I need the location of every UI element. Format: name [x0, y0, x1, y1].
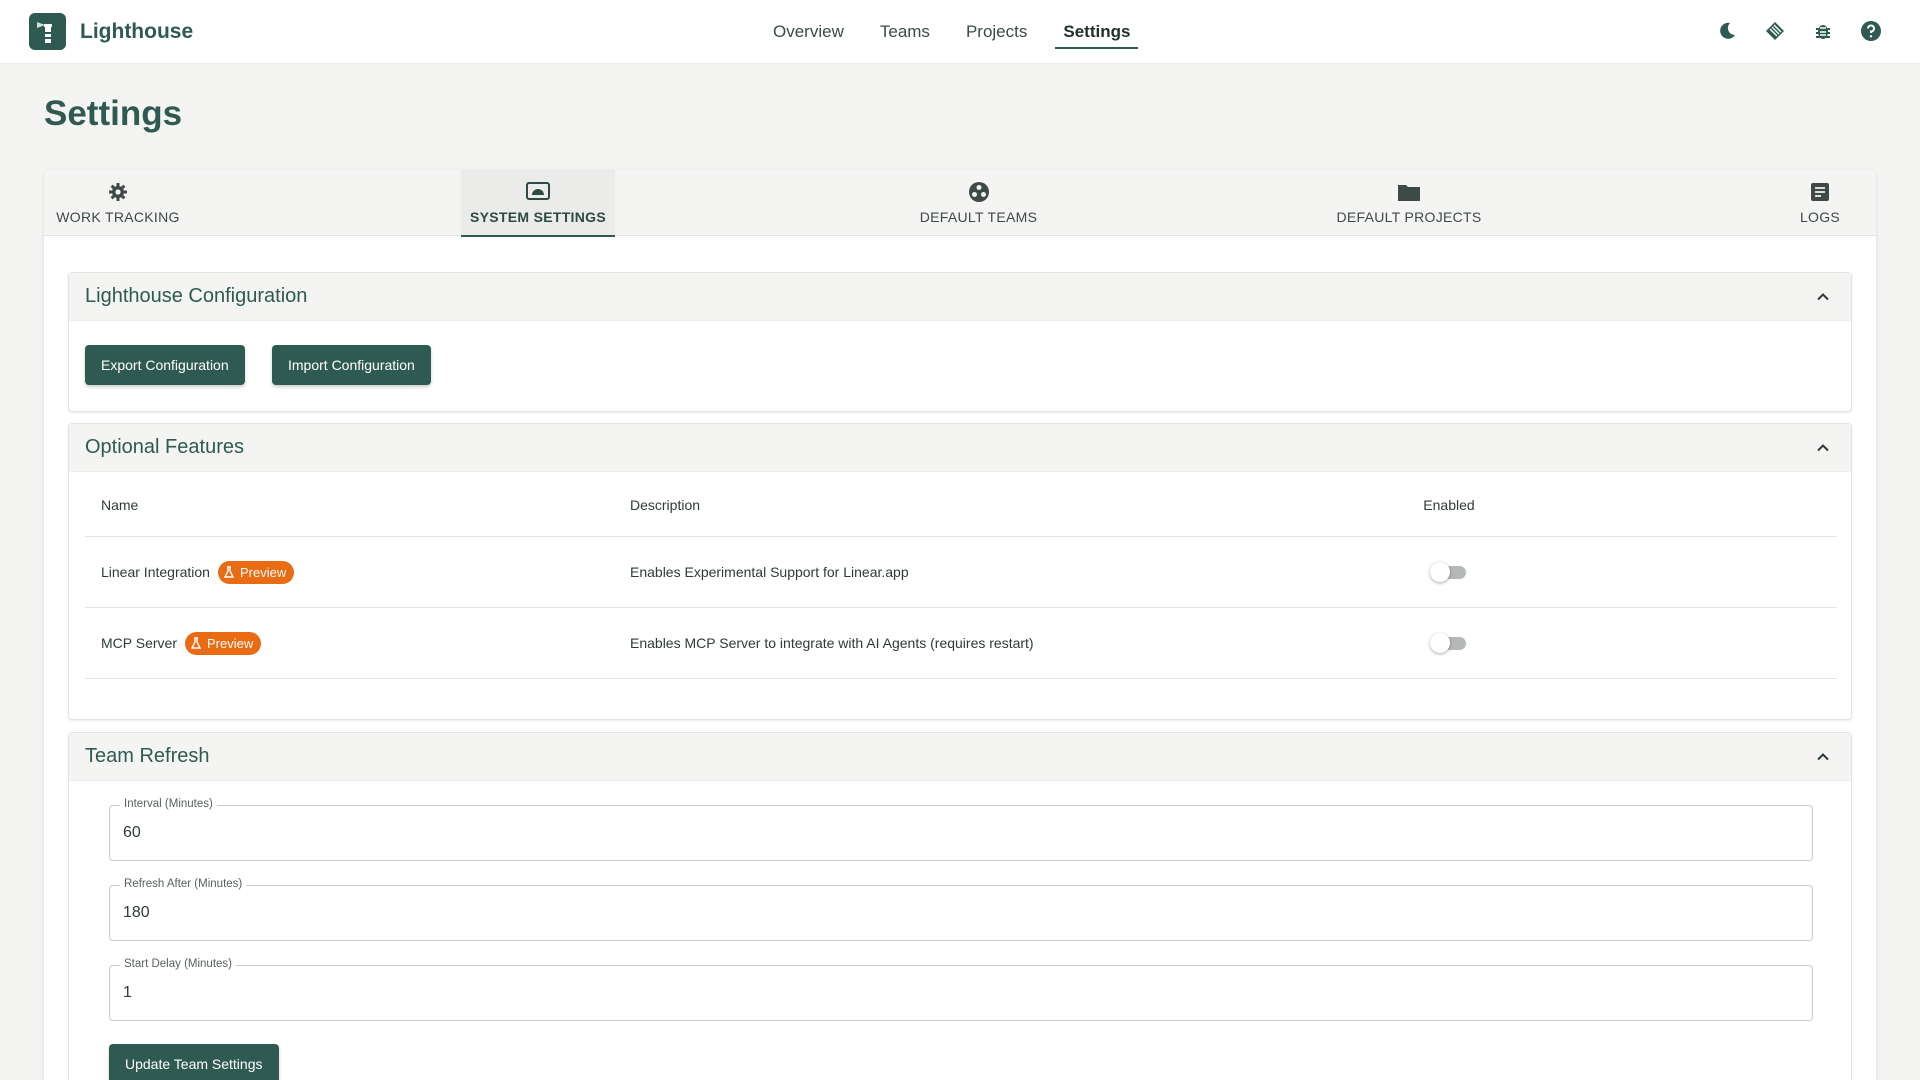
section-title: Optional Features: [85, 436, 244, 458]
start-delay-minutes-field: Start Delay (Minutes): [109, 958, 1813, 1021]
tab-label: LOGS: [1799, 209, 1841, 225]
linear-integration-toggle[interactable]: [1430, 562, 1468, 582]
chevron-up-icon[interactable]: [1815, 440, 1831, 456]
lighthouse-logo-icon: [29, 13, 66, 50]
feature-name: MCP Server: [101, 635, 177, 651]
feature-name: Linear Integration: [101, 564, 210, 580]
import-configuration-button[interactable]: Import Configuration: [272, 345, 431, 385]
preview-badge: Preview: [184, 631, 262, 655]
top-icons: [1692, 18, 1884, 44]
tab-logs[interactable]: LOGS: [1780, 170, 1860, 236]
lighthouse-configuration-section: Lighthouse Configuration Export Configur…: [68, 272, 1852, 412]
feature-enabled-cell: [1389, 537, 1509, 607]
interval-minutes-field: Interval (Minutes): [109, 798, 1813, 861]
table-row: MCP Server Preview Enables MCP Server to…: [85, 608, 1837, 679]
nav-item-overview[interactable]: Overview: [765, 0, 852, 64]
tab-label: DEFAULT PROJECTS: [1336, 209, 1482, 225]
release-notes-icon[interactable]: [1762, 18, 1788, 44]
tab-system-settings[interactable]: SYSTEM SETTINGS: [461, 170, 615, 237]
refresh-after-minutes-input[interactable]: [123, 886, 1783, 940]
main-nav: Overview Teams Projects Settings: [765, 0, 1158, 64]
refresh-after-minutes-field: Refresh After (Minutes): [109, 878, 1813, 941]
tab-default-projects[interactable]: DEFAULT PROJECTS: [1308, 170, 1510, 236]
feature-name-cell: MCP Server Preview: [101, 608, 262, 678]
feature-name-cell: Linear Integration Preview: [101, 537, 295, 607]
interval-minutes-input[interactable]: [123, 806, 1783, 860]
column-header-description: Description: [630, 496, 701, 513]
toggle-thumb: [1430, 633, 1450, 653]
preview-badge: Preview: [217, 560, 295, 584]
toggle-thumb: [1430, 562, 1450, 582]
column-header-enabled: Enabled: [1423, 496, 1475, 513]
flask-icon: [190, 636, 202, 649]
nav-item-projects[interactable]: Projects: [958, 0, 1035, 64]
tab-label: DEFAULT TEAMS: [919, 209, 1038, 225]
nav-item-teams[interactable]: Teams: [872, 0, 938, 64]
section-header[interactable]: Team Refresh: [69, 733, 1851, 781]
tab-default-teams[interactable]: DEFAULT TEAMS: [891, 170, 1066, 236]
settings-card: WORK TRACKING SYSTEM SETTINGS DEFAULT TE…: [44, 170, 1876, 1080]
update-team-settings-button[interactable]: Update Team Settings: [109, 1044, 279, 1080]
tab-label: SYSTEM SETTINGS: [470, 209, 606, 225]
section-header[interactable]: Lighthouse Configuration: [69, 273, 1851, 321]
app-name: Lighthouse: [80, 19, 194, 43]
preview-badge-label: Preview: [239, 564, 287, 580]
brand[interactable]: Lighthouse: [29, 13, 193, 50]
table-header-row: Name Description Enabled: [85, 473, 1837, 537]
mcp-server-toggle[interactable]: [1430, 633, 1468, 653]
settings-tabs: WORK TRACKING SYSTEM SETTINGS DEFAULT TE…: [44, 170, 1876, 237]
chevron-up-icon[interactable]: [1815, 289, 1831, 305]
section-title: Lighthouse Configuration: [85, 285, 308, 307]
bug-report-icon[interactable]: [1810, 18, 1836, 44]
top-app-bar: Lighthouse Overview Teams Projects Setti…: [0, 0, 1920, 64]
nav-item-settings[interactable]: Settings: [1055, 0, 1139, 64]
table-row: Linear Integration Preview Enables Exper…: [85, 537, 1837, 608]
document-icon: [1810, 181, 1830, 203]
help-icon[interactable]: [1858, 18, 1884, 44]
flask-icon: [223, 565, 235, 578]
column-header-name: Name: [101, 496, 139, 513]
team-refresh-section: Team Refresh Interval (Minutes) Refresh …: [68, 732, 1852, 1080]
start-delay-minutes-input[interactable]: [123, 966, 1783, 1020]
system-settings-icon: [526, 181, 550, 203]
tab-label: WORK TRACKING: [56, 209, 180, 225]
chevron-up-icon[interactable]: [1815, 749, 1831, 765]
team-group-icon: [968, 181, 990, 203]
feature-description: Enables MCP Server to integrate with AI …: [630, 635, 1034, 651]
section-title: Team Refresh: [85, 745, 210, 767]
feature-description: Enables Experimental Support for Linear.…: [630, 564, 909, 580]
folder-icon: [1397, 181, 1421, 203]
section-header[interactable]: Optional Features: [69, 424, 1851, 472]
features-table: Name Description Enabled Linear Integrat…: [85, 473, 1837, 679]
export-configuration-button[interactable]: Export Configuration: [85, 345, 245, 385]
gear-icon: [108, 181, 128, 203]
dark-mode-moon-icon[interactable]: [1714, 18, 1740, 44]
preview-badge-label: Preview: [206, 635, 254, 651]
optional-features-section: Optional Features Name Description Enabl…: [68, 423, 1852, 720]
feature-enabled-cell: [1389, 608, 1509, 678]
tab-work-tracking[interactable]: WORK TRACKING: [44, 170, 192, 236]
page-title: Settings: [44, 94, 183, 133]
